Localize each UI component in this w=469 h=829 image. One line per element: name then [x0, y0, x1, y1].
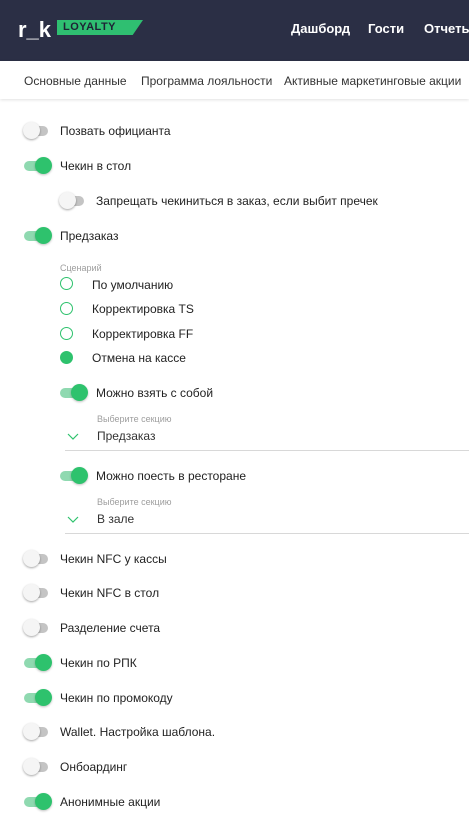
nfc-table-toggle[interactable] — [23, 583, 50, 603]
chevron-down-icon — [67, 433, 79, 440]
scenario-option-ff: Корректировка FF — [92, 327, 194, 341]
nfc-cashier-toggle[interactable] — [23, 549, 50, 569]
select-underline — [65, 533, 469, 534]
wallet-toggle[interactable] — [23, 722, 50, 742]
nav-dashboard[interactable]: Дашборд — [291, 21, 350, 37]
toggle-knob — [71, 467, 88, 484]
takeaway-section-select[interactable]: Предзаказ — [65, 417, 469, 451]
toggle-knob — [35, 793, 52, 810]
logo-badge-text: LOYALTY — [63, 21, 117, 33]
section-tabs: Основные данные Программа лояльности Акт… — [0, 61, 469, 99]
nav-guests[interactable]: Гости — [368, 21, 404, 37]
toggle-knob — [35, 157, 52, 174]
anon-promos-label: Анонимные акции — [60, 795, 161, 809]
toggle-knob — [23, 122, 40, 139]
checkin-promo-toggle[interactable] — [24, 688, 52, 708]
toggle-knob — [23, 584, 40, 601]
scenario-radio-default[interactable] — [60, 277, 73, 290]
select-underline — [65, 450, 469, 451]
onboarding-label: Онбоардинг — [60, 760, 128, 774]
toggle-knob — [35, 654, 52, 671]
preorder-label: Предзаказ — [60, 229, 119, 243]
toggle-knob — [23, 619, 40, 636]
scenario-radio-ff[interactable] — [60, 327, 73, 340]
scenario-option-cancel: Отмена на кассе — [92, 351, 186, 365]
dine-in-toggle[interactable] — [60, 466, 88, 486]
takeaway-label: Можно взять с собой — [96, 386, 214, 400]
scenario-option-ts: Корректировка TS — [92, 302, 194, 316]
preorder-toggle[interactable] — [24, 226, 52, 246]
checkin-table-label: Чекин в стол — [60, 159, 132, 173]
toggle-knob — [23, 550, 40, 567]
forbid-checkin-toggle[interactable] — [59, 191, 86, 211]
scenario-radio-cancel[interactable] — [60, 351, 73, 364]
nav-reports[interactable]: Отчеты — [424, 21, 469, 37]
split-bill-toggle[interactable] — [23, 618, 50, 638]
checkin-table-toggle[interactable] — [24, 156, 52, 176]
onboarding-toggle[interactable] — [23, 757, 50, 777]
takeaway-section-value: Предзаказ — [97, 429, 156, 443]
tab-loyalty-program[interactable]: Программа лояльности — [141, 74, 272, 88]
split-bill-label: Разделение счета — [60, 621, 161, 635]
logo-badge: LOYALTY — [57, 20, 143, 35]
anon-promos-toggle[interactable] — [24, 792, 52, 812]
tab-active-campaigns[interactable]: Активные маркетинговые акции — [284, 74, 461, 88]
call-waiter-toggle[interactable] — [23, 121, 50, 141]
checkin-promo-label: Чекин по промокоду — [60, 691, 173, 705]
toggle-knob — [71, 384, 88, 401]
toggle-knob — [59, 192, 76, 209]
dine-in-section-value: В зале — [97, 512, 135, 526]
dine-in-label: Можно поесть в ресторане — [96, 469, 246, 483]
checkin-rpk-toggle[interactable] — [24, 653, 52, 673]
scenario-caption: Сценарий — [60, 263, 102, 273]
toggle-knob — [35, 689, 52, 706]
wallet-label: Wallet. Настройка шаблона. — [60, 725, 216, 739]
scenario-option-default: По умолчанию — [92, 278, 174, 292]
logo-text: r_k — [18, 17, 52, 42]
nfc-cashier-label: Чекин NFC у кассы — [60, 552, 167, 566]
toggle-knob — [23, 723, 40, 740]
checkin-rpk-label: Чекин по РПК — [60, 656, 137, 670]
scenario-radio-ts[interactable] — [60, 302, 73, 315]
toggle-knob — [23, 758, 40, 775]
takeaway-toggle[interactable] — [60, 383, 88, 403]
call-waiter-label: Позвать официанта — [60, 124, 171, 138]
chevron-down-icon — [67, 516, 79, 523]
top-navbar: r_k LOYALTY Дашборд Гости Отчеты — [0, 0, 469, 61]
tab-basic-data[interactable]: Основные данные — [24, 74, 127, 88]
forbid-checkin-label: Запрещать чекиниться в заказ, если выбит… — [96, 194, 378, 208]
nfc-table-label: Чекин NFC в стол — [60, 586, 160, 600]
toggle-knob — [35, 227, 52, 244]
dine-in-section-select[interactable]: В зале — [65, 500, 469, 534]
